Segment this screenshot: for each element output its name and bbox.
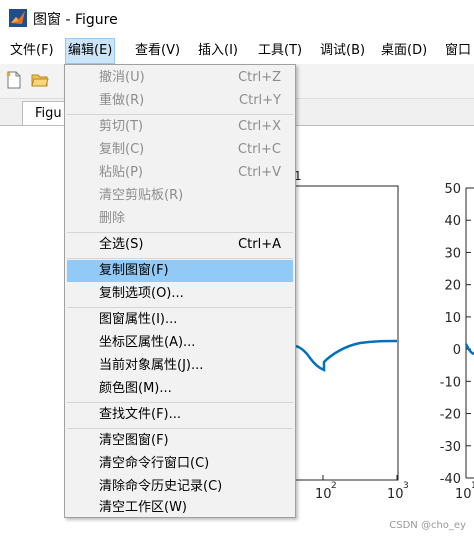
menu-item-redo[interactable]: 重做(R) Ctrl+Y [67, 90, 293, 112]
edit-menu-dropdown: 撤消(U) Ctrl+Z 重做(R) Ctrl+Y 剪切(T) Ctrl+X 复制(C… [64, 64, 296, 518]
menu-item-cut[interactable]: 剪切(T) Ctrl+X [67, 116, 293, 138]
right-y-tick-label: 20 [444, 279, 461, 294]
menu-separator [67, 428, 293, 429]
matlab-logo-icon [9, 9, 27, 27]
menu-view[interactable]: 查看(V) [133, 41, 182, 61]
menu-separator [67, 232, 293, 233]
menu-item-paste[interactable]: 粘贴(P) Ctrl+V [67, 162, 293, 184]
menu-file[interactable]: 文件(F) [8, 41, 56, 61]
menu-separator [67, 307, 293, 308]
svg-text:10: 10 [315, 487, 332, 502]
right-y-tick-label: 0 [453, 343, 461, 358]
left-data-line [295, 339, 398, 372]
menu-debug[interactable]: 调试(B) [318, 41, 367, 61]
menu-separator [67, 114, 293, 115]
menu-item-select-all[interactable]: 全选(S) Ctrl+A [67, 234, 293, 256]
menu-item-copy-options[interactable]: 复制选项(O)... [67, 283, 293, 305]
menu-item-copy[interactable]: 复制(C) Ctrl+C [67, 139, 293, 161]
window-title: 图窗 - Figure [33, 12, 118, 28]
right-y-tick-label: -40 [440, 472, 461, 487]
left-x-tick-label: 10 3 [387, 481, 409, 502]
menu-item-copy-figure[interactable]: 复制图窗(F) [67, 260, 293, 282]
menu-item-colormap[interactable]: 颜色图(M)... [67, 378, 293, 400]
menu-separator [67, 402, 293, 403]
menu-item-clear-clipboard[interactable]: 清空剪贴板(R) [67, 185, 293, 207]
menu-tools[interactable]: 工具(T) [256, 41, 304, 61]
svg-text:10: 10 [455, 487, 472, 502]
svg-text:2: 2 [331, 481, 337, 491]
right-y-tick-label: -20 [440, 408, 461, 423]
left-x-tick-label: 10 2 [315, 481, 337, 502]
menu-item-current-object-properties[interactable]: 当前对象属性(J)... [67, 355, 293, 377]
watermark: CSDN @cho_ey [389, 520, 466, 531]
menu-item-clear-figure[interactable]: 清空图窗(F) [67, 430, 293, 452]
right-y-tick-label: -10 [440, 375, 461, 390]
right-y-tick-label: 10 [444, 311, 461, 326]
menu-item-clear-command-window[interactable]: 清空命令行窗口(C) [67, 453, 293, 475]
menu-item-undo[interactable]: 撤消(U) Ctrl+Z [67, 67, 293, 89]
right-y-tick-label: 40 [444, 214, 461, 229]
menu-item-figure-properties[interactable]: 图窗属性(I)... [67, 309, 293, 331]
right-y-tick-label: -30 [440, 440, 461, 455]
menu-item-delete[interactable]: 删除 [67, 208, 293, 230]
open-folder-icon[interactable] [31, 71, 49, 89]
svg-text:10: 10 [387, 487, 404, 502]
menu-desktop[interactable]: 桌面(D) [379, 41, 429, 61]
new-file-icon[interactable] [5, 71, 23, 89]
svg-text:3: 3 [403, 481, 409, 491]
menu-separator [67, 258, 293, 259]
menu-window[interactable]: 窗口 [443, 41, 473, 61]
title-bar: 图窗 - Figure [0, 0, 474, 36]
menu-insert[interactable]: 插入(I) [196, 41, 240, 61]
menu-item-clear-command-history[interactable]: 清除命令历史记录(C) [67, 476, 293, 498]
menu-item-axes-properties[interactable]: 坐标区属性(A)... [67, 332, 293, 354]
right-y-tick-label: 50 [444, 182, 461, 197]
menu-item-find-files[interactable]: 查找文件(F)... [67, 404, 293, 426]
menu-item-clear-workspace[interactable]: 清空工作区(W) [67, 499, 293, 517]
menu-edit[interactable]: 编辑(E) [64, 38, 116, 64]
right-y-tick-label: 30 [444, 246, 461, 261]
menu-bar: 文件(F) 编辑(E) 查看(V) 插入(I) 工具(T) 调试(B) 桌面(D… [0, 36, 474, 64]
